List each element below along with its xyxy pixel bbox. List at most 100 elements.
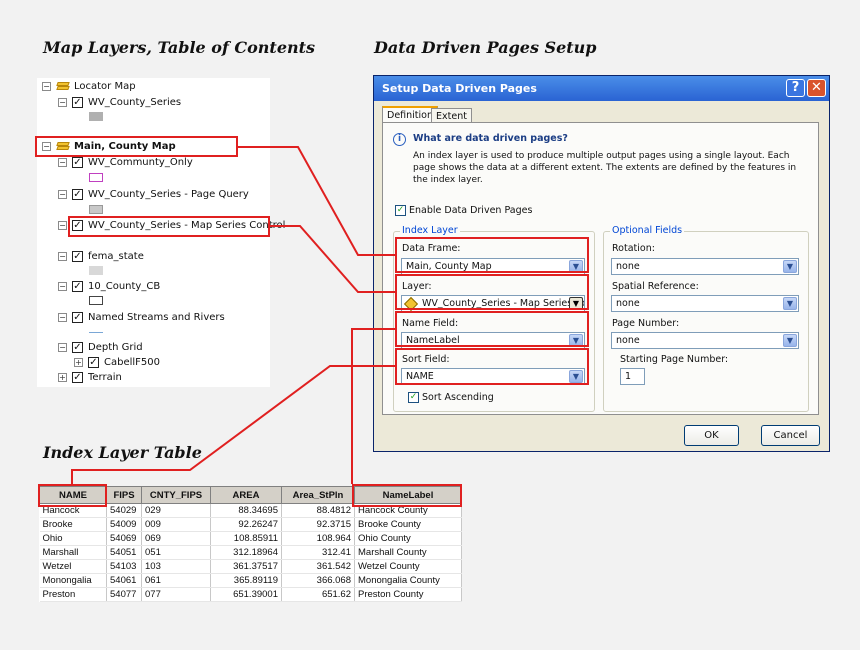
toc-item-wv-county-series[interactable]: − ✓ WV_County_Series	[58, 97, 181, 108]
table-cell: 077	[141, 587, 211, 602]
collapse-icon[interactable]: −	[58, 282, 67, 291]
table-cell: 54103	[106, 559, 142, 574]
layer-checkbox[interactable]: ✓	[72, 312, 83, 323]
layer-checkbox[interactable]: ✓	[72, 251, 83, 262]
chevron-down-icon[interactable]: ▼	[783, 334, 797, 347]
enable-ddp-checkbox[interactable]: ✓	[395, 205, 406, 216]
rotation-dropdown[interactable]: none ▼	[611, 258, 799, 275]
dialog-title: Setup Data Driven Pages	[382, 82, 537, 95]
layer-checkbox[interactable]: ✓	[72, 342, 83, 353]
collapse-icon[interactable]: −	[58, 98, 67, 107]
line-swatch-icon	[89, 332, 103, 333]
table-cell: Marshall	[39, 545, 107, 560]
toc-item-streams[interactable]: − ✓ Named Streams and Rivers	[58, 312, 225, 323]
chevron-down-icon[interactable]: ▼	[783, 260, 797, 273]
table-row[interactable]: Brooke 54009 009 92.26247 92.3715 Brooke…	[39, 517, 462, 532]
table-cell: 108.964	[281, 531, 355, 546]
toc-item-locator-map[interactable]: − Locator Map	[42, 81, 136, 92]
toc-item-terrain[interactable]: + ✓ Terrain	[58, 372, 122, 383]
toc-item-cabell[interactable]: + ✓ CabellF500	[74, 357, 160, 368]
table-cell: Ohio County	[354, 531, 462, 546]
table-row[interactable]: Wetzel 54103 103 361.37517 361.542 Wetze…	[39, 559, 462, 574]
tab-extent[interactable]: Extent	[431, 108, 472, 123]
starting-page-label: Starting Page Number:	[620, 354, 729, 365]
highlight-name-field	[395, 311, 589, 347]
tab-definition[interactable]: Definition	[382, 106, 439, 123]
collapse-icon[interactable]: −	[58, 313, 67, 322]
spatial-ref-dropdown[interactable]: none ▼	[611, 295, 799, 312]
collapse-icon[interactable]: −	[58, 158, 67, 167]
highlight-map-series-control	[68, 216, 270, 237]
table-cell: 361.542	[281, 559, 355, 574]
table-cell: 366.068	[281, 573, 355, 588]
index-table-heading: Index Layer Table	[43, 443, 202, 462]
column-header[interactable]: CNTY_FIPS	[141, 486, 211, 504]
expand-icon[interactable]: +	[74, 358, 83, 367]
table-row[interactable]: Monongalia 54061 061 365.89119 366.068 M…	[39, 573, 462, 588]
highlight-layer	[395, 274, 589, 310]
collapse-icon[interactable]: −	[58, 221, 67, 230]
toc-label: fema_state	[88, 251, 144, 262]
table-cell: Ohio	[39, 531, 107, 546]
sort-ascending-checkbox[interactable]: ✓	[408, 392, 419, 403]
outline-swatch-icon	[89, 296, 103, 305]
layer-checkbox[interactable]: ✓	[72, 281, 83, 292]
table-cell: 051	[141, 545, 211, 560]
table-cell: Preston	[39, 587, 107, 602]
collapse-icon[interactable]: −	[58, 252, 67, 261]
toc-label: Locator Map	[74, 81, 136, 92]
table-cell: 92.26247	[210, 517, 282, 532]
spatial-ref-value: none	[616, 298, 640, 309]
table-cell: 54029	[106, 503, 142, 518]
table-row[interactable]: Preston 54077 077 651.39001 651.62 Prest…	[39, 587, 462, 602]
table-cell: 312.41	[281, 545, 355, 560]
page-number-dropdown[interactable]: none ▼	[611, 332, 799, 349]
info-title: What are data driven pages?	[413, 133, 568, 144]
collapse-icon[interactable]: −	[42, 82, 51, 91]
index-layer-group-title: Index Layer	[400, 225, 460, 236]
layer-checkbox[interactable]: ✓	[72, 157, 83, 168]
toc-item-fema-state[interactable]: − ✓ fema_state	[58, 251, 144, 262]
data-frame-icon	[56, 81, 70, 92]
purple-outline-swatch-icon	[89, 173, 103, 182]
layer-checkbox[interactable]: ✓	[72, 97, 83, 108]
toc-item-county-cb[interactable]: − ✓ 10_County_CB	[58, 281, 160, 292]
table-cell: 88.4812	[281, 503, 355, 518]
table-row[interactable]: Ohio 54069 069 108.85911 108.964 Ohio Co…	[39, 531, 462, 546]
table-row[interactable]: Marshall 54051 051 312.18964 312.41 Mars…	[39, 545, 462, 560]
rotation-label: Rotation:	[612, 243, 655, 254]
chevron-down-icon[interactable]: ▼	[783, 297, 797, 310]
table-cell: 312.18964	[210, 545, 282, 560]
close-icon[interactable]: ✕	[807, 79, 826, 97]
highlight-name-column	[38, 484, 107, 507]
ok-button[interactable]: OK	[684, 425, 739, 446]
help-icon[interactable]: ?	[786, 79, 805, 97]
toc-item-wv-community-only[interactable]: − ✓ WV_Communty_Only	[58, 157, 193, 168]
gray-fill-swatch-icon	[89, 266, 103, 275]
cancel-button[interactable]: Cancel	[761, 425, 820, 446]
table-cell: 029	[141, 503, 211, 518]
table-cell: Monongalia	[39, 573, 107, 588]
collapse-icon[interactable]: −	[58, 190, 67, 199]
toc-item-depth-grid[interactable]: − ✓ Depth Grid	[58, 342, 143, 353]
table-cell: 069	[141, 531, 211, 546]
starting-page-input[interactable]: 1	[620, 368, 645, 385]
table-cell: Wetzel	[39, 559, 107, 574]
highlight-main-county-map	[35, 136, 238, 157]
layer-checkbox[interactable]: ✓	[72, 372, 83, 383]
layer-checkbox[interactable]: ✓	[88, 357, 99, 368]
table-cell: 103	[141, 559, 211, 574]
collapse-icon[interactable]: −	[58, 343, 67, 352]
column-header[interactable]: AREA	[210, 486, 282, 504]
table-cell: 54077	[106, 587, 142, 602]
column-header[interactable]: Area_StPln	[281, 486, 355, 504]
toc-item-page-query[interactable]: − ✓ WV_County_Series - Page Query	[58, 189, 249, 200]
page-number-label: Page Number:	[612, 318, 680, 329]
expand-icon[interactable]: +	[58, 373, 67, 382]
toc-label: CabellF500	[104, 357, 161, 368]
layer-checkbox[interactable]: ✓	[72, 189, 83, 200]
table-cell: 365.89119	[210, 573, 282, 588]
column-header[interactable]: FIPS	[106, 486, 142, 504]
enable-ddp-label: Enable Data Driven Pages	[409, 205, 533, 216]
table-cell: 009	[141, 517, 211, 532]
